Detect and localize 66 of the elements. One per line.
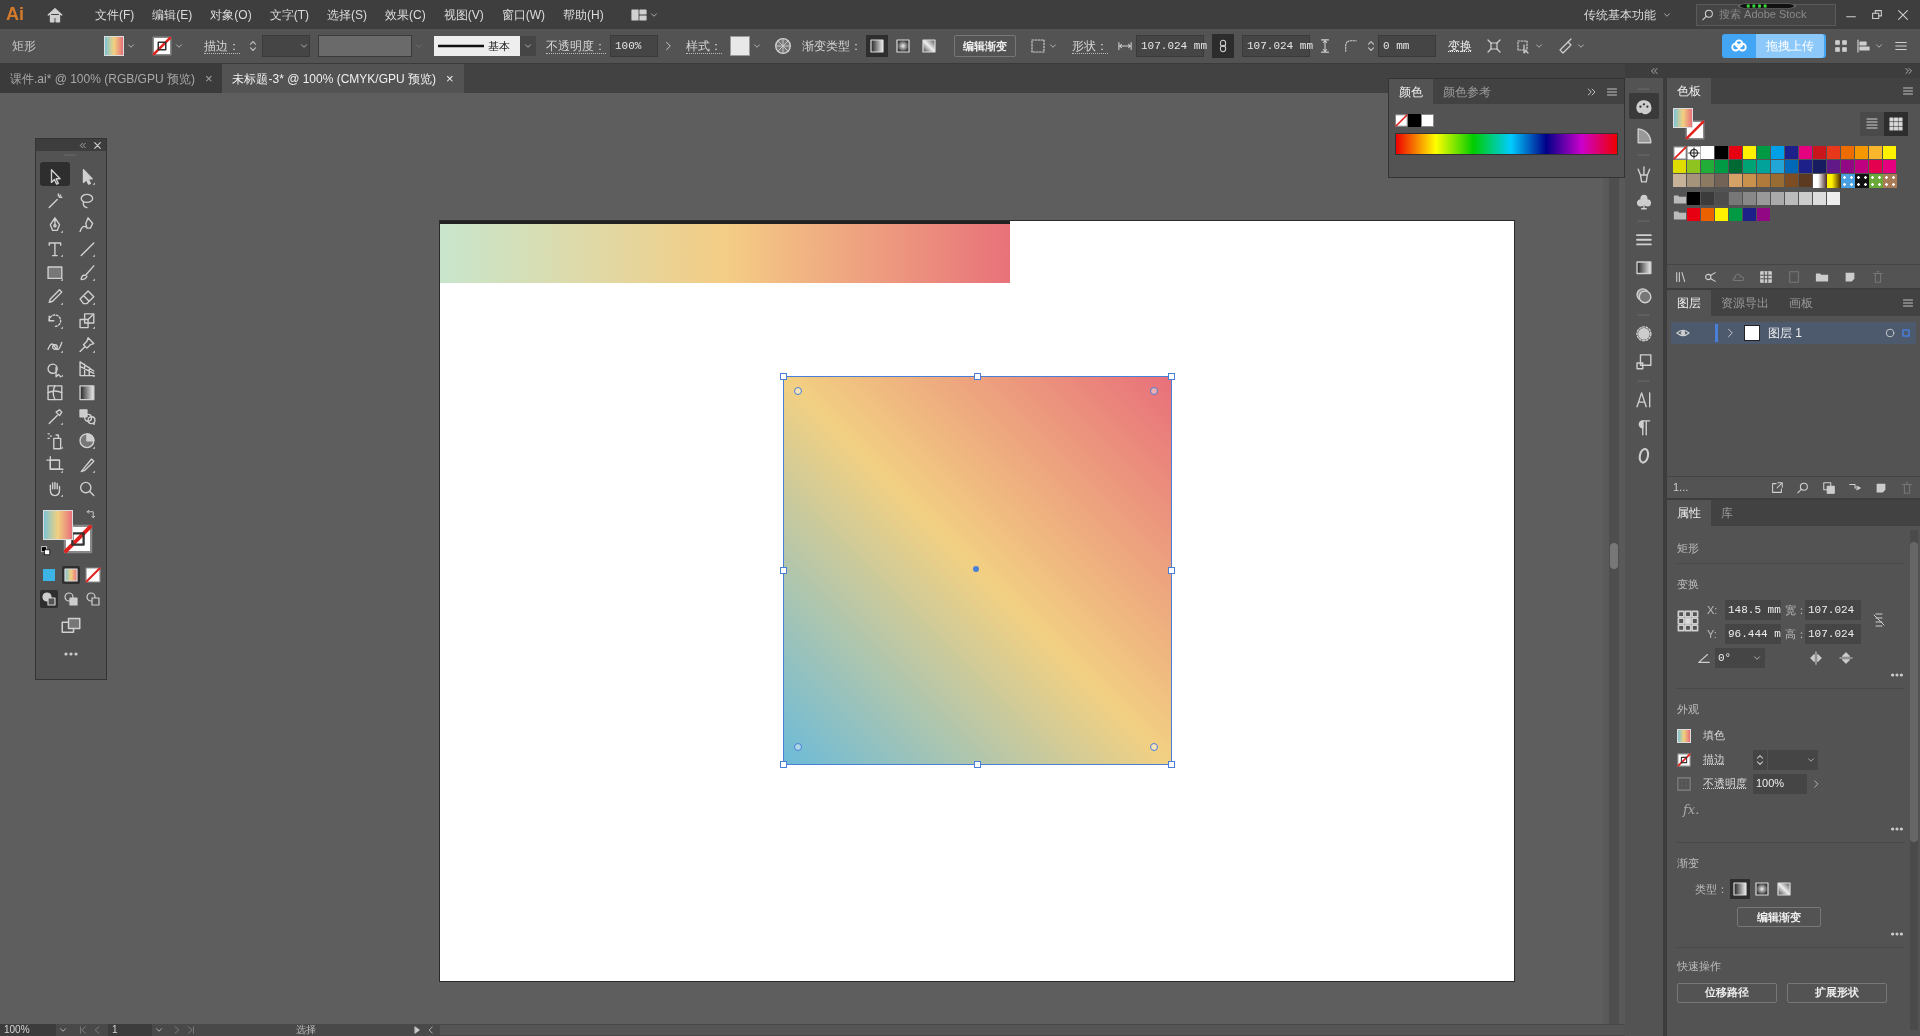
artboard-field[interactable]: 1 (108, 1024, 152, 1036)
type-label: 类型： (1695, 881, 1728, 897)
section-title: 矩形 (1677, 541, 1700, 556)
opacity-field[interactable]: 100% (1753, 773, 1807, 794)
field-label: X: (1707, 602, 1719, 618)
search-field[interactable]: 搜索 Adobe Stock (1696, 3, 1836, 26)
x-field[interactable]: 148.5 mm (1725, 600, 1781, 620)
workspace-dropdown[interactable]: 传统基本功能 (1578, 3, 1678, 26)
layer-row[interactable]: 图层 1 (1671, 322, 1916, 344)
tab-title: 课件.ai* @ 100% (RGB/GPU 预览) (10, 70, 195, 88)
panel-tab[interactable]: 颜色 (1389, 79, 1433, 104)
edit-gradient-button[interactable]: 编辑渐变 (954, 35, 1016, 57)
stroke-profile-dropdown[interactable]: 基本 (434, 36, 520, 56)
layer-name: 图层 1 (1768, 325, 1802, 342)
current-tool-label: 选择 (295, 1024, 317, 1036)
menu-item[interactable]: 文字(T) (260, 0, 318, 29)
width-field[interactable]: 107.024 (1805, 600, 1861, 620)
section-title: 外观 (1677, 702, 1700, 717)
section-title: 快速操作 (1677, 959, 1722, 974)
panel-tab[interactable]: 画板 (1779, 290, 1823, 316)
app-logo: Ai (6, 3, 25, 26)
panel-tab[interactable]: 属性 (1667, 500, 1711, 526)
corner-radius-field[interactable]: 0 mm (1378, 35, 1436, 57)
quick-action-button[interactable]: 位移路径 (1677, 982, 1777, 1003)
opacity-field[interactable]: 100% (610, 35, 658, 57)
menu-item[interactable]: 窗口(W) (492, 0, 554, 29)
fill-label: 填色 (1703, 728, 1725, 744)
upload-label: 拖拽上传 (1756, 34, 1824, 58)
field-label: 描边： (204, 38, 240, 54)
menu-item[interactable]: 文件(F) (86, 0, 144, 29)
section-title: 变换 (1677, 576, 1700, 592)
menu-item[interactable]: 效果(C) (376, 0, 435, 29)
menu-item[interactable]: 编辑(E) (143, 0, 202, 29)
menu-item[interactable]: 对象(O) (201, 0, 261, 29)
panel-tab[interactable]: 库 (1711, 500, 1743, 526)
menu-item[interactable]: 帮助(H) (554, 0, 613, 29)
field-label: 样式： (686, 38, 722, 54)
angle-field[interactable]: 0° (1715, 648, 1765, 668)
panel-tab[interactable]: 资源导出 (1711, 290, 1779, 316)
field-label: 形状： (1072, 38, 1108, 54)
layer-count: 1... (1673, 480, 1689, 496)
zoom-field[interactable]: 100% (0, 1024, 56, 1036)
section-title: 渐变 (1677, 855, 1700, 871)
tab-title: 未标题-3* @ 100% (CMYK/GPU 预览) (232, 70, 437, 88)
y-field[interactable]: 96.444 m (1725, 624, 1781, 644)
field-label: 高： (1784, 626, 1805, 642)
menu-item[interactable]: 视图(V) (434, 0, 493, 29)
transform-link[interactable]: 变换 (1448, 37, 1472, 55)
panel-title: 色板 (1667, 78, 1711, 104)
tab-close-button[interactable]: × (204, 68, 213, 89)
edit-gradient-button[interactable]: 编辑渐变 (1737, 907, 1821, 927)
height-field[interactable]: 107.024 (1805, 624, 1861, 644)
panel-tab[interactable]: 图层 (1667, 290, 1711, 316)
opacity-label: 不透明度 (1703, 776, 1748, 792)
document-tab[interactable]: 未标题-3* @ 100% (CMYK/GPU 预览) × (222, 64, 464, 93)
field-label: Y: (1707, 626, 1718, 642)
object-type-label: 矩形 (12, 38, 37, 55)
tab-close-button[interactable]: × (446, 68, 454, 89)
field-label: 不透明度： (546, 38, 606, 54)
gradient-type-label: 渐变类型： (802, 38, 862, 55)
panel-tab[interactable]: 颜色参考 (1433, 79, 1501, 104)
quick-action-button[interactable]: 扩展形状 (1787, 982, 1887, 1003)
field-label: 宽： (1784, 602, 1805, 618)
stroke-label: 描边 (1703, 752, 1726, 768)
document-tab[interactable]: 课件.ai* @ 100% (RGB/GPU 预览) × (0, 64, 223, 93)
menu-item[interactable]: 选择(S) (318, 0, 376, 29)
